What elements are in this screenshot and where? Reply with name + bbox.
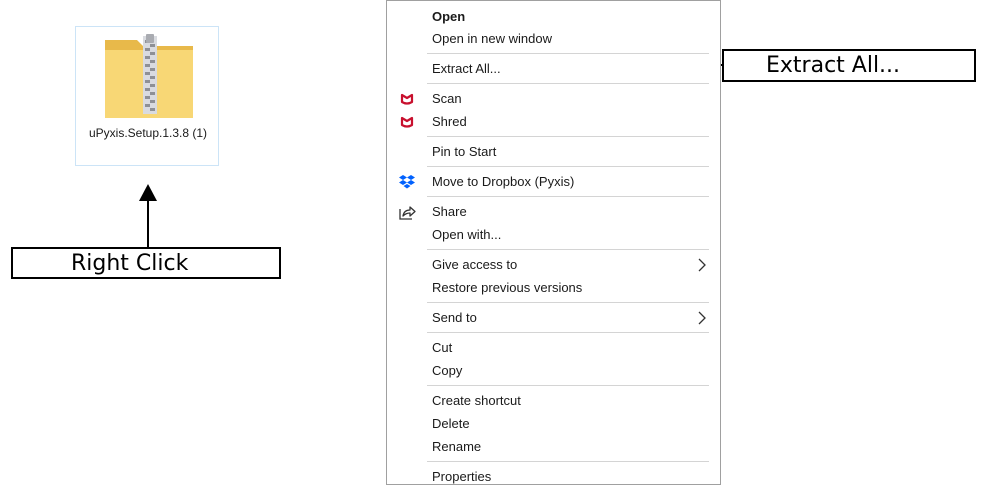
menu-separator — [427, 461, 709, 462]
menu-item-label: Delete — [432, 416, 470, 431]
right-click-callout: Right Click — [11, 247, 281, 279]
share-icon — [399, 206, 416, 220]
menu-separator — [427, 83, 709, 84]
menu-item-label: Cut — [432, 340, 453, 355]
menu-item-label: Copy — [432, 363, 463, 378]
menu-item-label: Move to Dropbox (Pyxis) — [432, 174, 575, 189]
menu-item-create-shortcut[interactable]: Create shortcut — [387, 390, 720, 412]
menu-separator — [427, 249, 709, 250]
menu-item-restore-previous-versions[interactable]: Restore previous versions — [387, 277, 720, 299]
menu-separator — [427, 196, 709, 197]
menu-item-label: Send to — [432, 310, 477, 325]
right-click-callout-text: Right Click — [71, 251, 189, 276]
extract-all-callout-text: Extract All... — [766, 53, 901, 78]
menu-item-rename[interactable]: Rename — [387, 436, 720, 458]
menu-item-open-with[interactable]: Open with... — [387, 224, 720, 246]
menu-separator — [427, 385, 709, 386]
menu-item-label: Properties — [432, 469, 492, 484]
menu-item-cut[interactable]: Cut — [387, 337, 720, 359]
menu-item-extract-all[interactable]: Extract All... — [387, 58, 720, 80]
dropbox-icon — [399, 175, 415, 189]
context-menu: Open Open in new window Extract All... S… — [386, 0, 721, 485]
menu-separator — [427, 166, 709, 167]
menu-item-scan[interactable]: Scan — [387, 88, 720, 110]
menu-item-label: Open with... — [432, 227, 502, 242]
menu-separator — [427, 136, 709, 137]
menu-item-label: Rename — [432, 439, 482, 454]
menu-item-give-access-to[interactable]: Give access to — [387, 254, 720, 276]
menu-item-delete[interactable]: Delete — [387, 413, 720, 435]
chevron-right-icon — [698, 311, 706, 325]
menu-item-pin-to-start[interactable]: Pin to Start — [387, 141, 720, 163]
mcafee-icon — [400, 116, 414, 128]
menu-item-send-to[interactable]: Send to — [387, 307, 720, 329]
menu-item-label: Create shortcut — [432, 393, 521, 408]
menu-item-label: Extract All... — [432, 61, 501, 76]
zip-file-tile[interactable]: uPyxis.Setup.1.3.8 (1) — [75, 26, 219, 166]
mcafee-icon — [400, 93, 414, 105]
menu-item-open-new-window[interactable]: Open in new window — [387, 28, 720, 50]
zip-folder-icon — [105, 34, 193, 118]
menu-item-label: Open in new window — [432, 31, 552, 46]
menu-item-label: Give access to — [432, 257, 518, 272]
chevron-right-icon — [698, 258, 706, 272]
menu-item-label: Shred — [432, 114, 467, 129]
menu-separator — [427, 302, 709, 303]
menu-separator — [427, 332, 709, 333]
menu-separator — [427, 53, 709, 54]
menu-item-copy[interactable]: Copy — [387, 360, 720, 382]
menu-item-open[interactable]: Open — [387, 6, 720, 28]
menu-item-move-to-dropbox[interactable]: Move to Dropbox (Pyxis) — [387, 171, 720, 193]
menu-item-label: Pin to Start — [432, 144, 497, 159]
right-click-arrow-head — [139, 184, 157, 201]
menu-item-shred[interactable]: Shred — [387, 111, 720, 133]
menu-item-label: Open — [432, 9, 466, 24]
menu-item-label: Restore previous versions — [432, 280, 583, 295]
menu-item-share[interactable]: Share — [387, 201, 720, 223]
extract-all-callout: Extract All... — [722, 49, 976, 82]
menu-item-label: Share — [432, 204, 467, 219]
file-name-label: uPyxis.Setup.1.3.8 (1) — [88, 126, 208, 140]
menu-item-label: Scan — [432, 91, 462, 106]
menu-item-properties[interactable]: Properties — [387, 466, 720, 485]
